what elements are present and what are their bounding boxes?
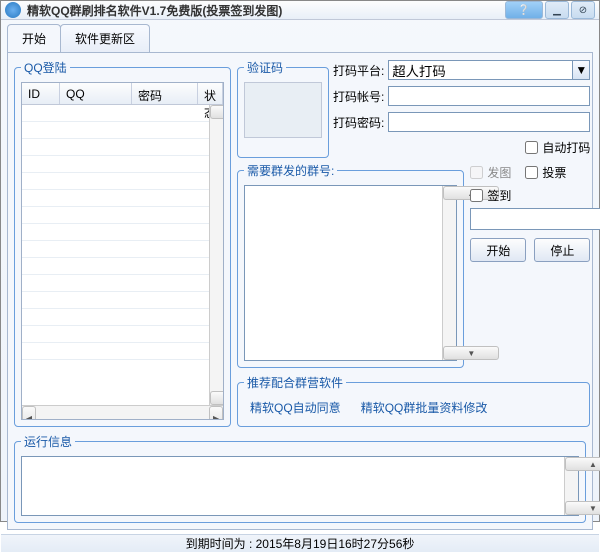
- col-status[interactable]: 状态: [198, 83, 223, 104]
- send-image-checkbox[interactable]: [470, 166, 483, 179]
- scroll-left-icon[interactable]: ◀: [22, 406, 36, 420]
- content-panel: QQ登陆 ID QQ 密码 状态: [7, 52, 593, 530]
- col-id[interactable]: ID: [22, 83, 60, 104]
- qq-login-legend: QQ登陆: [21, 59, 70, 76]
- auto-captcha-checkbox[interactable]: [525, 141, 538, 154]
- table-header: ID QQ 密码 状态: [22, 83, 223, 105]
- group-numbers-group: 需要群发的群号: ▲ ▼: [237, 162, 464, 368]
- close-button[interactable]: ⊘: [571, 1, 595, 19]
- chevron-down-icon[interactable]: ▼: [572, 60, 590, 80]
- path-input[interactable]: [470, 208, 600, 230]
- help-button[interactable]: ❔: [505, 1, 543, 19]
- platform-select[interactable]: [388, 60, 572, 80]
- qq-login-group: QQ登陆 ID QQ 密码 状态: [14, 59, 231, 427]
- col-qq[interactable]: QQ: [60, 83, 132, 104]
- group-textarea[interactable]: [245, 186, 442, 360]
- checkin-checkbox[interactable]: [470, 189, 483, 202]
- captcha-group: 验证码: [237, 59, 329, 158]
- recommend-link-2[interactable]: 精软QQ群批量资料修改: [361, 399, 488, 416]
- app-logo-icon: [5, 2, 21, 18]
- captcha-legend: 验证码: [244, 59, 286, 76]
- scroll-down-icon[interactable]: ▼: [565, 501, 600, 515]
- recommend-link-1[interactable]: 精软QQ自动同意: [250, 399, 341, 416]
- send-image-label: 发图: [487, 164, 511, 181]
- scroll-up-icon[interactable]: ▲: [565, 457, 600, 471]
- titlebar: 精软QQ群刷排名软件V1.7免费版(投票签到发图) ❔ ▁ ⊘: [1, 1, 599, 20]
- captcha-image: [244, 82, 322, 138]
- main-window: 精软QQ群刷排名软件V1.7免费版(投票签到发图) ❔ ▁ ⊘ 开始 软件更新区…: [0, 0, 600, 522]
- minimize-button[interactable]: ▁: [545, 1, 569, 19]
- scroll-down-icon[interactable]: ▼: [210, 391, 224, 405]
- password-input[interactable]: [388, 112, 590, 132]
- password-label: 打码密码:: [333, 114, 384, 131]
- table-body[interactable]: [22, 105, 209, 369]
- run-info-group: 运行信息 ▲ ▼: [14, 433, 586, 523]
- table-hscroll[interactable]: ◀ ▶: [22, 405, 223, 419]
- platform-label: 打码平台:: [333, 62, 384, 79]
- tabs: 开始 软件更新区: [1, 20, 599, 52]
- run-info-legend: 运行信息: [21, 433, 75, 450]
- expiry-text: 到期时间为 : 2015年8月19日16时27分56秒: [186, 535, 415, 552]
- scroll-right-icon[interactable]: ▶: [209, 406, 223, 420]
- group-legend: 需要群发的群号:: [244, 162, 337, 179]
- tab-start[interactable]: 开始: [7, 24, 61, 52]
- stop-button[interactable]: 停止: [534, 238, 590, 262]
- scroll-up-icon[interactable]: ▲: [210, 105, 224, 119]
- tab-update[interactable]: 软件更新区: [60, 24, 150, 52]
- window-title: 精软QQ群刷排名软件V1.7免费版(投票签到发图): [27, 2, 505, 19]
- table-vscroll[interactable]: ▲ ▼: [209, 105, 223, 405]
- recommend-group: 推荐配合群营软件 精软QQ自动同意 精软QQ群批量资料修改: [237, 374, 590, 427]
- group-vscroll[interactable]: ▲ ▼: [442, 186, 456, 360]
- vote-label: 投票: [542, 164, 566, 181]
- runinfo-vscroll[interactable]: ▲ ▼: [564, 457, 578, 515]
- account-table[interactable]: ID QQ 密码 状态: [21, 82, 224, 420]
- recommend-legend: 推荐配合群营软件: [244, 374, 346, 391]
- auto-captcha-label: 自动打码: [542, 139, 590, 156]
- status-bar: 到期时间为 : 2015年8月19日16时27分56秒: [1, 534, 599, 552]
- checkin-label: 签到: [487, 187, 511, 204]
- account-label: 打码帐号:: [333, 88, 384, 105]
- account-input[interactable]: [388, 86, 590, 106]
- options-panel: 发图 投票 签到 ... 开始 停止: [470, 162, 590, 368]
- start-button[interactable]: 开始: [470, 238, 526, 262]
- col-pwd[interactable]: 密码: [132, 83, 198, 104]
- window-buttons: ❔ ▁ ⊘: [505, 1, 595, 19]
- run-info-textarea[interactable]: [22, 457, 564, 515]
- vote-checkbox[interactable]: [525, 166, 538, 179]
- platform-panel: 打码平台: ▼ 打码帐号: 打码密码:: [333, 59, 590, 158]
